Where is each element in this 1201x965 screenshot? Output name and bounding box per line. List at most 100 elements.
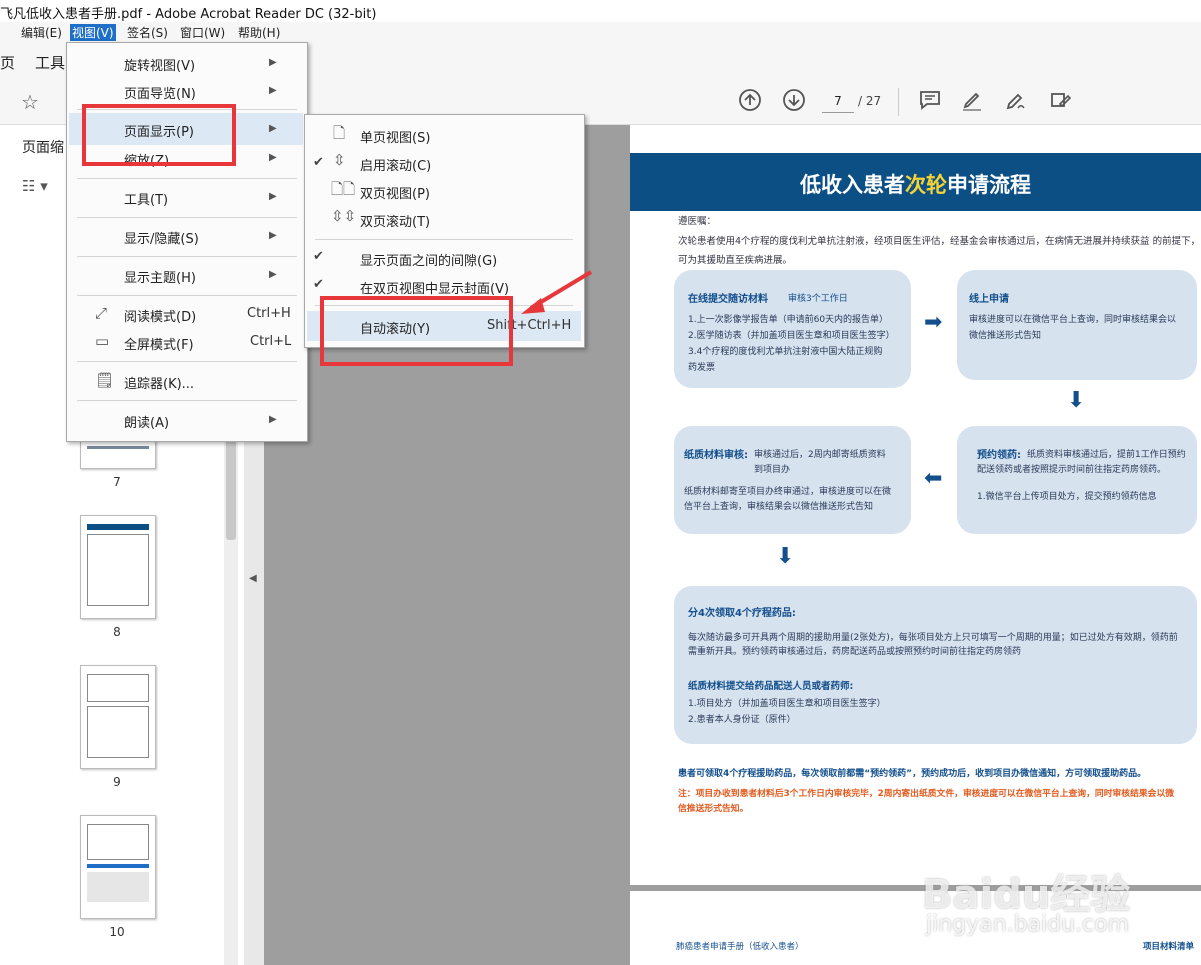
box-subtitle: 审核3个工作日	[788, 294, 848, 304]
page-title: 低收入患者次轮申请流程	[630, 169, 1201, 199]
intro-line: 遵医嘱：	[678, 216, 717, 227]
menu-separator	[315, 239, 573, 240]
menu-item-cover-page[interactable]: 在双页视图中显示封面(V)	[360, 278, 509, 297]
menu-item-page-gaps[interactable]: 显示页面之间的间隙(G)	[360, 250, 497, 269]
box-line: 药发票	[688, 363, 716, 373]
annotation-arrow-icon	[521, 270, 593, 314]
menu-item-single-page[interactable]: 单页视图(S)	[360, 127, 430, 146]
box-title: 预约领药:	[977, 450, 1021, 461]
box-line: 到项目办	[754, 465, 791, 475]
menu-separator	[77, 361, 297, 362]
menu-item-page-navigation[interactable]: 页面导览(N)	[124, 83, 196, 102]
thumbnail-number: 7	[113, 475, 121, 489]
menu-item-show-hide[interactable]: 显示/隐藏(S)	[124, 228, 199, 247]
flow-box-reserve: 预约领药: 纸质资料审核通过后，提前1工作日预约 配送领药或者按照提示时间前往指…	[957, 426, 1197, 534]
menu-item-tools[interactable]: 工具(T)	[124, 189, 168, 208]
menu-item-two-page-scroll[interactable]: 双页滚动(T)	[360, 211, 430, 230]
submenu-arrow-icon: ▶	[269, 230, 277, 241]
box-line: 审核进度可以在微信平台上查询，同时审核结果会以	[969, 315, 1177, 325]
note-collect: 患者可领取4个疗程援助药品，每次领取前都需“预约领药”，预约成功后，收到项目办微…	[678, 769, 1147, 779]
page-up-icon[interactable]	[736, 88, 764, 116]
menu-view[interactable]: 视图(V)	[70, 24, 116, 41]
view-menu: 旋转视图(V) ▶ 页面导览(N) ▶ 页面显示(P) ▶ 缩放(Z) ▶ 工具…	[66, 42, 308, 442]
thumbnail-number: 10	[109, 925, 125, 939]
bookmark-star-icon[interactable]: ☆	[16, 88, 44, 116]
box-line: 信平台上查询，审核结果会以微信推送形式告知	[684, 502, 874, 512]
flow-arrow-left-icon: ⬅	[924, 466, 943, 491]
full-screen-icon: ▭	[95, 332, 110, 350]
menu-help[interactable]: 帮助(H)	[236, 24, 282, 41]
flow-box-online-apply: 线上申请 审核进度可以在微信平台上查询，同时审核结果会以 微信推送形式告知	[957, 270, 1197, 380]
page-number-input[interactable]: 7	[822, 90, 854, 113]
box-line: 1.项目处方（并加盖项目医生章和项目医生签字）	[688, 699, 886, 709]
intro-line: 可为其援助直至疾病进展。	[678, 255, 793, 266]
flow-arrow-down-icon: ⬇	[776, 544, 795, 569]
box-line: 需重新开具。预约领药审核通过后，药房配送药品或按照预约时间前往指定药房领药	[688, 647, 1022, 657]
title-part: 低收入患者	[800, 173, 905, 197]
menu-separator	[77, 256, 297, 257]
comment-icon[interactable]	[916, 88, 944, 116]
submenu-arrow-icon: ▶	[269, 191, 277, 202]
footer-left: 肺癌患者申请手册（低收入患者）	[676, 942, 804, 952]
box-line: 纸质材料邮寄至项目办终审通过，审核进度可以在微	[684, 487, 892, 497]
box-line: 每次随访最多可开具两个周期的援助用量(2张处方)，每张项目处方上只可填写一个周期…	[688, 633, 1178, 643]
title-highlight: 次轮	[905, 173, 947, 197]
collapse-arrow-icon[interactable]: ◀	[249, 573, 257, 584]
submenu-arrow-icon: ▶	[269, 414, 277, 425]
menu-sign[interactable]: 签名(S)	[125, 24, 170, 41]
box-title: 分4次领取4个疗程药品:	[688, 608, 796, 619]
box-title: 纸质材料提交给药品配送人员或者药师:	[688, 681, 854, 692]
menu-item-full-screen[interactable]: 全屏模式(F)	[124, 334, 194, 353]
thumbnail-page-8[interactable]	[80, 515, 156, 619]
menu-item-enable-scroll[interactable]: 启用滚动(C)	[360, 155, 431, 174]
box-title: 纸质材料审核:	[684, 450, 748, 461]
thumbnail-number: 9	[113, 775, 121, 789]
menu-item-read-aloud[interactable]: 朗读(A)	[124, 412, 169, 431]
options-list-icon[interactable]: ☷ ▾	[22, 177, 48, 195]
two-page-icon: 🗋🗋	[331, 180, 356, 198]
tracker-icon: 🗒	[95, 371, 115, 389]
annotation-box-auto-scroll	[320, 296, 513, 366]
box-line: 2.患者本人身份证（原件）	[688, 715, 796, 725]
menu-item-tracker[interactable]: 追踪器(K)...	[124, 373, 194, 392]
tab-home[interactable]: 页	[0, 52, 15, 73]
menu-edit[interactable]: 编辑(E)	[19, 24, 64, 41]
submenu-arrow-icon: ▶	[269, 269, 277, 280]
title-part: 申请流程	[947, 173, 1031, 197]
highlight-pen-icon[interactable]	[958, 88, 986, 116]
menu-item-rotate-view[interactable]: 旋转视图(V)	[124, 55, 195, 74]
two-page-scroll-icon: ⇳⇳	[331, 207, 357, 225]
flow-box-collect-drugs: 分4次领取4个疗程药品: 每次随访最多可开具两个周期的援助用量(2张处方)，每张…	[674, 586, 1197, 744]
menu-window[interactable]: 窗口(W)	[178, 24, 227, 41]
single-page-icon: 🗋	[333, 124, 346, 142]
flow-box-online-submit: 在线提交随访材料 审核3个工作日 1.上一次影像学报告单（申请前60天内的报告单…	[674, 270, 911, 388]
menu-bar: 编辑(E) 视图(V) 签名(S) 窗口(W) 帮助(H)	[0, 22, 1201, 42]
box-line: 1.微信平台上传项目处方，提交预约领药信息	[977, 492, 1157, 502]
box-line: 2.医学随访表（并加盖项目医生章和项目医生签字）	[688, 331, 895, 341]
thumbnail-page-9[interactable]	[80, 665, 156, 769]
window-title: 飞凡低收入患者手册.pdf - Adobe Acrobat Reader DC …	[0, 7, 377, 22]
box-title: 线上申请	[969, 294, 1009, 305]
checkmark-icon: ✔	[313, 277, 324, 292]
menu-item-reading-mode[interactable]: 阅读模式(D)	[124, 306, 196, 325]
window-title-bar: 飞凡低收入患者手册.pdf - Adobe Acrobat Reader DC …	[0, 0, 1201, 23]
submenu-arrow-icon: ▶	[269, 85, 277, 96]
submenu-arrow-icon: ▶	[269, 152, 277, 163]
box-line: 纸质资料审核通过后，提前1工作日预约	[1027, 450, 1186, 460]
redact-icon[interactable]	[1046, 88, 1074, 116]
flow-arrow-down-icon: ⬇	[1067, 388, 1086, 413]
pdf-page	[630, 125, 1201, 965]
fill-sign-icon[interactable]	[1002, 88, 1030, 116]
menu-item-display-theme[interactable]: 显示主题(H)	[124, 267, 196, 286]
toolbar-divider	[898, 88, 899, 116]
thumbnail-number: 8	[113, 625, 121, 639]
checkmark-icon: ✔	[313, 249, 324, 264]
note-review: 信推送形式告知。	[678, 804, 749, 814]
tab-tools[interactable]: 工具	[35, 52, 65, 73]
menu-separator	[77, 178, 297, 179]
annotation-box-page-display	[82, 104, 236, 166]
menu-item-two-page[interactable]: 双页视图(P)	[360, 183, 430, 202]
page-total: / 27	[858, 94, 882, 108]
page-down-icon[interactable]	[780, 88, 808, 116]
thumbnail-page-10[interactable]	[80, 815, 156, 919]
